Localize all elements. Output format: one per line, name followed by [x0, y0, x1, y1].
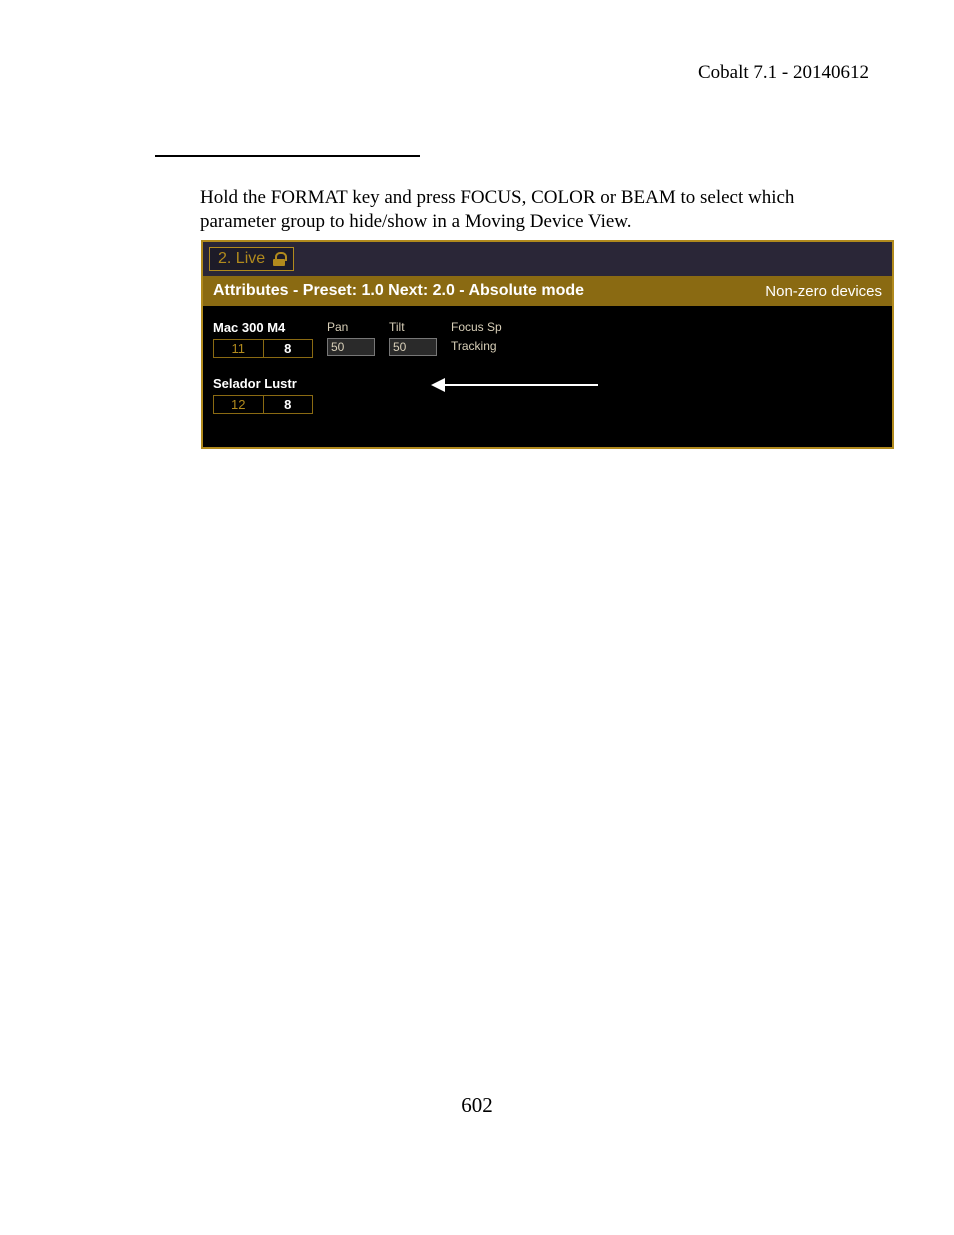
param-label: Focus Sp — [451, 320, 521, 334]
param-label: Tilt — [389, 320, 437, 334]
param-label: Pan — [327, 320, 375, 334]
device-name-label: Selador Lustr — [213, 376, 313, 391]
device-chip-a: 12 — [214, 396, 264, 413]
attributes-status-right: Non-zero devices — [765, 283, 882, 300]
live-tab[interactable]: 2. Live — [209, 247, 294, 271]
device-content-area: Mac 300 M4 11 8 Pan 50 Tilt 50 Focus Sp … — [203, 306, 892, 442]
live-tab-label: 2. Live — [218, 250, 265, 268]
param-column[interactable]: Focus Sp Tracking — [451, 320, 521, 354]
instruction-paragraph: Hold the FORMAT key and press FOCUS, COL… — [200, 186, 870, 234]
section-underline — [155, 155, 420, 157]
device-block[interactable]: Mac 300 M4 11 8 — [213, 320, 313, 358]
attributes-status-left: Attributes - Preset: 1.0 Next: 2.0 - Abs… — [213, 282, 584, 300]
param-value: 50 — [327, 338, 375, 356]
param-column[interactable]: Tilt 50 — [389, 320, 437, 356]
device-chip-b: 8 — [264, 396, 313, 413]
param-value: Tracking — [451, 338, 521, 354]
panel-titlebar: 2. Live — [203, 242, 892, 276]
lock-icon — [273, 252, 285, 266]
device-row: Mac 300 M4 11 8 Pan 50 Tilt 50 Focus Sp … — [213, 320, 882, 358]
param-column[interactable]: Pan 50 — [327, 320, 375, 356]
device-chip-a: 11 — [214, 340, 264, 357]
param-value: 50 — [389, 338, 437, 356]
device-chip-b: 8 — [264, 340, 313, 357]
attributes-statusbar: Attributes - Preset: 1.0 Next: 2.0 - Abs… — [203, 276, 892, 306]
device-name-label: Mac 300 M4 — [213, 320, 313, 335]
moving-device-view-panel: 2. Live Attributes - Preset: 1.0 Next: 2… — [201, 240, 894, 449]
device-row: Selador Lustr 12 8 — [213, 376, 882, 414]
arrow-annotation-icon — [433, 384, 598, 386]
page-number: 602 — [0, 1093, 954, 1118]
page-header-version: Cobalt 7.1 - 20140612 — [698, 62, 869, 84]
device-block[interactable]: Selador Lustr 12 8 — [213, 376, 313, 414]
device-chip-pair: 12 8 — [213, 395, 313, 414]
device-chip-pair: 11 8 — [213, 339, 313, 358]
